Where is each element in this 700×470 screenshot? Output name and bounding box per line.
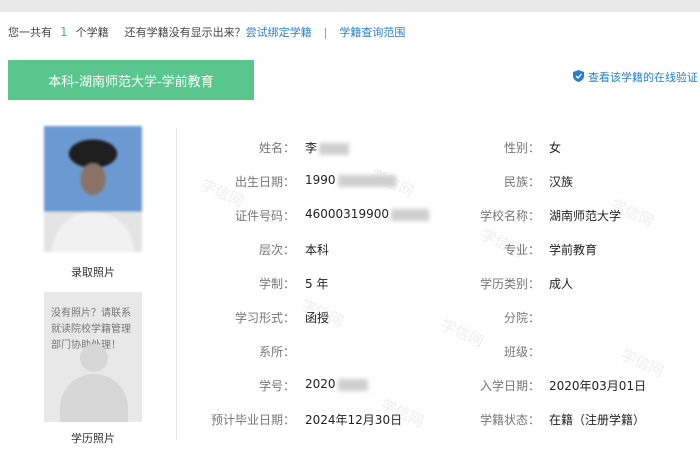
record-tab[interactable]: 本科-湖南师范大学-学前教育 [8,60,254,100]
enrollment-photo-caption: 录取照片 [71,266,115,279]
bind-record-link[interactable]: 尝试绑定学籍 [246,24,312,40]
name-label: 姓名： [258,141,295,155]
record-summary-bar: 您一共有 1 个学籍 还有学籍没有显示出来？ 尝试绑定学籍 | 学籍查询范围 [0,12,700,52]
id-number-value: 46000319900 [305,207,429,221]
avatar-placeholder-body [60,374,128,422]
class-label: 班级： [503,345,540,359]
id-number-label: 证件号码： [234,209,295,223]
query-scope-link[interactable]: 学籍查询范围 [339,24,405,40]
top-strip [0,0,700,12]
study-mode-value: 函授 [305,311,330,325]
link-separator: | [323,25,328,39]
expected-graduation-label: 预计毕业日期： [210,413,295,427]
enrollment-status-value: 在籍（注册学籍） [549,413,646,427]
education-type-label: 学历类别： [479,277,540,291]
degree-photo-placeholder: 没有照片？请联系就读院校学籍管理部门协助处理！ [44,292,142,422]
record-count: 1 [60,25,68,39]
student-id-value: 2020 [305,377,368,391]
department-label: 系所： [258,345,295,359]
duration-value: 5 年 [305,277,329,291]
school-name-label: 学校名称： [479,209,540,223]
gender-label: 性别： [503,141,540,155]
birth-date-value: 1990 [305,173,396,187]
column-divider [176,128,177,440]
online-verify-link[interactable]: 查看该学籍的在线验证 [573,69,698,85]
summary-prefix: 您一共有 [8,26,52,39]
level-value: 本科 [305,243,330,257]
shield-icon [573,69,584,85]
watermark: 学信网 [438,315,487,351]
enrollment-date-label: 入学日期： [479,379,540,393]
school-name-value: 湖南师范大学 [549,209,622,223]
degree-photo-caption: 学历照片 [71,432,115,445]
enrollment-photo [44,126,142,252]
enrollment-date-value: 2020年03月01日 [549,379,647,393]
expected-graduation-value: 2024年12月30日 [305,413,403,427]
duration-label: 学制： [258,277,295,291]
level-label: 层次： [258,243,295,257]
summary-suffix: 个学籍 [75,26,109,39]
avatar-placeholder-head [80,344,108,372]
birth-date-label: 出生日期： [234,175,295,189]
online-verify-label: 查看该学籍的在线验证 [588,71,698,84]
gender-value: 女 [549,141,562,155]
education-type-value: 成人 [549,277,574,291]
enrollment-status-label: 学籍状态： [479,413,540,427]
record-card: 学信网 学信网 学信网 学信网 学信网 学信网 学信网 学信网 本科-湖南师范大… [0,52,700,470]
major-value: 学前教育 [549,243,598,257]
student-id-label: 学号： [258,379,295,393]
major-label: 专业： [503,243,540,257]
ethnicity-value: 汉族 [549,175,574,189]
branch-label: 分院： [503,311,540,325]
name-value: 李 [305,139,350,156]
ethnicity-label: 民族： [503,175,540,189]
study-mode-label: 学习形式： [234,311,295,325]
watermark: 学信网 [618,345,667,381]
missing-record-question: 还有学籍没有显示出来？ [124,26,246,39]
